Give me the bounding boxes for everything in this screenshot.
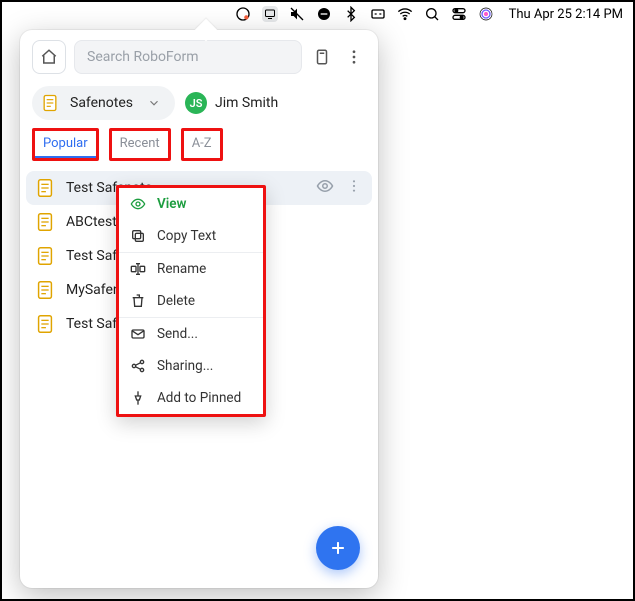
pin-icon xyxy=(129,389,147,407)
avatar: JS xyxy=(185,92,207,114)
menu-label: View xyxy=(157,196,187,212)
rename-icon xyxy=(129,260,147,278)
captions-icon[interactable] xyxy=(370,6,386,22)
safenote-list: Test Safenote ABCtest Test Safenote 3 My… xyxy=(20,171,378,588)
safenote-icon xyxy=(34,279,56,301)
filter-recent[interactable]: Recent xyxy=(112,131,168,156)
menu-sharing[interactable]: Sharing... xyxy=(119,350,263,382)
menu-add-to-pinned[interactable]: Add to Pinned xyxy=(119,382,263,414)
wifi-icon[interactable] xyxy=(397,6,413,22)
storage-icon[interactable] xyxy=(310,45,334,69)
menu-label: Sharing... xyxy=(157,358,213,374)
copy-icon xyxy=(129,227,147,245)
category-bar: Safenotes JS Jim Smith xyxy=(20,82,378,128)
dnd-icon[interactable] xyxy=(316,6,332,22)
roboform-status-icon[interactable] xyxy=(235,6,251,22)
category-chip[interactable]: Safenotes xyxy=(32,86,175,120)
safenote-icon xyxy=(40,93,60,113)
menu-label: Copy Text xyxy=(157,228,216,244)
menu-label: Rename xyxy=(157,261,206,277)
safenote-icon xyxy=(34,313,56,335)
user-name: Jim Smith xyxy=(215,95,278,111)
menu-label: Delete xyxy=(157,293,195,309)
item-context-menu: View Copy Text Rename Delete Send... xyxy=(116,185,266,417)
filter-az[interactable]: A-Z xyxy=(184,131,220,156)
share-icon xyxy=(129,357,147,375)
view-icon[interactable] xyxy=(316,177,336,199)
siri-icon[interactable] xyxy=(478,6,494,22)
kebab-menu-button[interactable] xyxy=(342,45,366,69)
envelope-icon xyxy=(129,325,147,343)
bluetooth-icon[interactable] xyxy=(343,6,359,22)
plus-icon xyxy=(328,538,348,558)
menubar-datetime[interactable]: Thu Apr 25 2:14 PM xyxy=(509,7,623,22)
menu-send[interactable]: Send... xyxy=(119,318,263,350)
category-label: Safenotes xyxy=(70,95,133,111)
trash-icon xyxy=(129,292,147,310)
panel-topbar xyxy=(20,30,378,82)
menu-label: Add to Pinned xyxy=(157,390,241,406)
filter-popular[interactable]: Popular xyxy=(35,131,96,158)
spotlight-icon[interactable] xyxy=(424,6,440,22)
safenote-icon xyxy=(34,177,56,199)
item-kebab-button[interactable] xyxy=(346,178,364,198)
safenote-icon xyxy=(34,211,56,233)
home-button[interactable] xyxy=(32,40,66,74)
menu-rename[interactable]: Rename xyxy=(119,253,263,285)
eye-icon xyxy=(129,195,147,213)
safenote-icon xyxy=(34,245,56,267)
filter-tabs: Popular Recent A-Z xyxy=(20,128,378,171)
macos-menubar: Thu Apr 25 2:14 PM xyxy=(2,2,633,26)
user-chip[interactable]: JS Jim Smith xyxy=(185,92,278,114)
control-center-icon[interactable] xyxy=(451,6,467,22)
add-button[interactable] xyxy=(316,526,360,570)
mute-icon[interactable] xyxy=(289,6,305,22)
chevron-down-icon xyxy=(147,96,161,110)
menu-delete[interactable]: Delete xyxy=(119,285,263,317)
screen-mirroring-icon[interactable] xyxy=(262,6,278,22)
roboform-panel: Safenotes JS Jim Smith Popular Recent A-… xyxy=(20,30,378,588)
menu-view[interactable]: View xyxy=(119,188,263,220)
search-input[interactable] xyxy=(74,40,302,74)
menu-label: Send... xyxy=(157,326,198,342)
menu-copy-text[interactable]: Copy Text xyxy=(119,220,263,252)
